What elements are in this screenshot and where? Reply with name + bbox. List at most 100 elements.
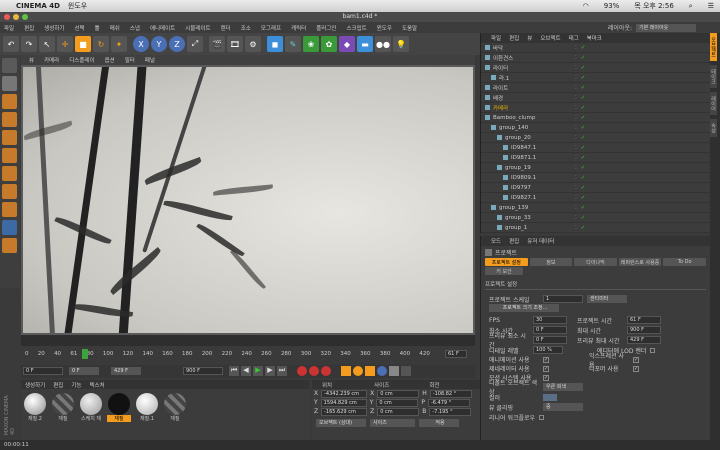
attribute-menu-item[interactable]: 모드	[491, 237, 501, 245]
object-row[interactable]: 카메라 ⁚ ✓	[481, 103, 710, 113]
polygon-mode-icon[interactable]	[2, 166, 17, 181]
object-row[interactable]: group_1 ⁚ ✓	[481, 223, 710, 233]
enable-check-icon[interactable]: ✓	[581, 155, 586, 161]
checkbox-checked[interactable]: ✓	[633, 356, 639, 363]
start-frame-field[interactable]: 0 F	[23, 367, 63, 375]
enable-check-icon[interactable]: ✓	[581, 95, 586, 101]
enable-check-icon[interactable]: ✓	[581, 225, 586, 231]
size-field[interactable]: 0 cm	[376, 398, 419, 407]
enable-check-icon[interactable]: ✓	[581, 65, 586, 71]
dock-tab[interactable]: 오브젝트	[710, 33, 717, 61]
object-row[interactable]: Bamboo_clump ⁚ ✓	[481, 113, 710, 123]
menu-item[interactable]: 선택	[75, 24, 85, 32]
material-item[interactable]: 재질	[163, 393, 187, 422]
size-field[interactable]: 0 cm	[377, 389, 420, 398]
attribute-menu-item[interactable]: 유저 데이터	[527, 237, 554, 245]
field-value[interactable]: 30	[533, 316, 567, 324]
visibility-dots-icon[interactable]: ⁚	[575, 75, 577, 81]
axis-mode-icon[interactable]	[2, 184, 17, 199]
visibility-dots-icon[interactable]: ⁚	[575, 225, 577, 231]
zoom-window-button[interactable]	[22, 14, 28, 20]
param-key-icon[interactable]	[377, 366, 387, 376]
redo-icon[interactable]: ↷	[21, 36, 37, 52]
floor-icon[interactable]: ▬	[357, 36, 373, 52]
material-menu-item[interactable]: 생성하기	[25, 381, 45, 389]
camera-icon[interactable]: ●●	[375, 36, 391, 52]
visibility-dots-icon[interactable]: ⁚	[575, 95, 577, 101]
subdivision-icon[interactable]: ❀	[303, 36, 319, 52]
object-menu-item[interactable]: 파일	[491, 34, 501, 42]
position-field[interactable]: -165.629 cm	[321, 407, 368, 416]
menu-item[interactable]: 시뮬레이트	[185, 24, 210, 32]
render-picture-icon[interactable]: 🎞	[227, 36, 243, 52]
menu-item[interactable]: 모그래프	[261, 24, 281, 32]
dock-tab[interactable]: 레이어	[710, 92, 717, 115]
enable-check-icon[interactable]: ✓	[581, 115, 586, 121]
project-scale-unit[interactable]: 센티미터	[587, 295, 627, 303]
enable-check-icon[interactable]: ✓	[581, 125, 586, 131]
field-value[interactable]: 61 F	[627, 316, 661, 324]
tab-key-interpolation[interactable]: 키 보간	[485, 267, 523, 275]
enable-check-icon[interactable]: ✓	[581, 105, 586, 111]
enable-check-icon[interactable]: ✓	[581, 145, 586, 151]
dock-tab[interactable]: 속성	[710, 119, 717, 137]
enable-check-icon[interactable]: ✓	[581, 55, 586, 61]
live-selection-icon[interactable]: ↖	[39, 36, 55, 52]
menu-item[interactable]: 캐릭터	[291, 24, 306, 32]
visibility-dots-icon[interactable]: ⁚	[575, 165, 577, 171]
field-value[interactable]: 900 F	[627, 326, 661, 334]
visibility-dots-icon[interactable]: ⁚	[575, 125, 577, 131]
object-menu-item[interactable]: 오브젝트	[540, 34, 560, 42]
object-row[interactable]: ID9797 ⁚ ✓	[481, 183, 710, 193]
menu-item[interactable]: 도움말	[402, 24, 417, 32]
goto-end-icon[interactable]: ⏭	[277, 366, 287, 376]
menu-item[interactable]: 생성하기	[44, 24, 64, 32]
menu-item[interactable]: 툴	[95, 24, 100, 32]
rotation-field[interactable]: -7.195 °	[429, 407, 472, 416]
viewport-menu-item[interactable]: 카메라	[44, 56, 59, 64]
enable-check-icon[interactable]: ✓	[581, 205, 586, 211]
playhead[interactable]	[82, 349, 88, 359]
menu-item[interactable]: 조소	[241, 24, 251, 32]
enable-check-icon[interactable]: ✓	[581, 45, 586, 51]
visibility-dots-icon[interactable]: ⁚	[575, 105, 577, 111]
rotation-field[interactable]: -108.82 °	[429, 389, 472, 398]
render-settings-icon[interactable]: ⚙	[245, 36, 261, 52]
visibility-dots-icon[interactable]: ⁚	[575, 155, 577, 161]
autokey-icon[interactable]	[309, 366, 319, 376]
color-swatch[interactable]	[543, 393, 557, 401]
default-color-dropdown[interactable]: 우른 회색	[543, 383, 583, 391]
light-icon[interactable]: 💡	[393, 36, 409, 52]
clock[interactable]: 목 오후 2:56	[634, 1, 674, 11]
lod-render-checkbox[interactable]	[650, 347, 656, 353]
scale-icon[interactable]: ■	[75, 36, 91, 52]
object-row[interactable]: ID9847.1 ⁚ ✓	[481, 143, 710, 153]
play-icon[interactable]: ▶	[253, 366, 263, 376]
checkbox-checked[interactable]: ✓	[543, 356, 549, 363]
app-menu[interactable]: CINEMA 4D	[16, 2, 60, 10]
attribute-tab[interactable]: 정보	[529, 258, 573, 266]
object-row[interactable]: 바닥 ⁚ ✓	[481, 43, 710, 53]
enable-check-icon[interactable]: ✓	[581, 135, 586, 141]
checkbox-checked[interactable]: ✓	[543, 365, 549, 372]
menu-item[interactable]: 스크립트	[347, 24, 367, 32]
viewport[interactable]	[21, 65, 475, 335]
field-value[interactable]: 429 F	[627, 336, 661, 344]
attribute-tab[interactable]: 다이나믹	[574, 258, 617, 266]
enable-check-icon[interactable]: ✓	[581, 75, 586, 81]
coord-size-dropdown[interactable]: 사이즈	[370, 419, 415, 427]
visibility-dots-icon[interactable]: ⁚	[575, 55, 577, 61]
checkbox-checked[interactable]: ✓	[633, 365, 639, 372]
object-row[interactable]: 이환견스 ⁚ ✓	[481, 53, 710, 63]
field-value[interactable]: 0 F	[533, 326, 567, 334]
model-mode-icon[interactable]	[2, 94, 17, 109]
search-icon[interactable]: ⌕	[689, 2, 693, 11]
pla-key-icon[interactable]	[389, 366, 399, 376]
cloner-icon[interactable]: ✿	[321, 36, 337, 52]
recent-tool-icon[interactable]: ✦	[111, 36, 127, 52]
object-row[interactable]: 배경 ⁚ ✓	[481, 93, 710, 103]
rotate-key-icon[interactable]	[353, 366, 363, 376]
scale-key-icon[interactable]	[365, 366, 375, 376]
render-view-icon[interactable]: 🎬	[209, 36, 225, 52]
object-row[interactable]: group_33 ⁚ ✓	[481, 213, 710, 223]
